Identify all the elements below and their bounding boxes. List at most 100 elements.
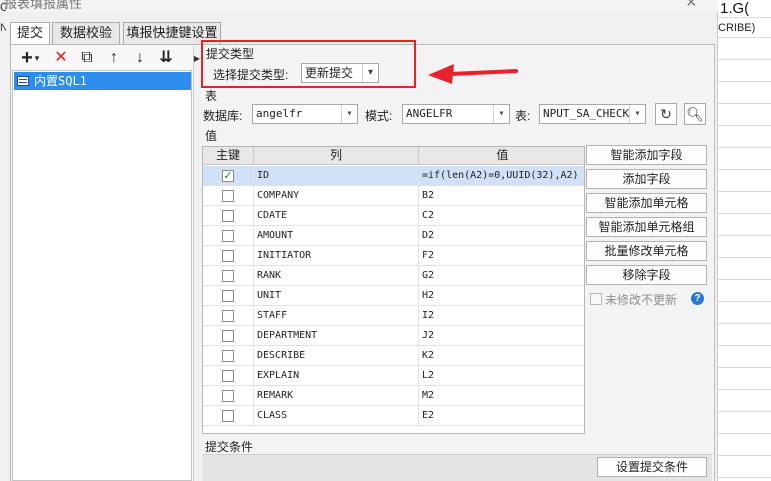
primary-key-checkbox[interactable] xyxy=(222,290,234,302)
primary-key-checkbox[interactable] xyxy=(222,310,234,322)
condition-section-label: 提交条件 xyxy=(205,440,254,454)
primary-key-checkbox[interactable] xyxy=(222,270,234,282)
list-item-label: 内置SQL1 xyxy=(34,74,87,88)
remove-field-button[interactable]: 移除字段 xyxy=(586,265,707,285)
refresh-icon[interactable]: ↻ xyxy=(655,103,677,125)
primary-key-checkbox[interactable]: ✓ xyxy=(222,170,234,182)
column-header-column[interactable]: 列 xyxy=(254,147,419,165)
table-row[interactable]: REMARK M2 xyxy=(203,386,584,406)
table-row[interactable]: EXPLAIN L2 xyxy=(203,366,584,386)
value-cell[interactable]: B2 xyxy=(419,186,584,206)
value-cell[interactable]: I2 xyxy=(419,306,584,326)
column-cell[interactable]: ID xyxy=(254,166,419,186)
delete-icon[interactable]: ✕ xyxy=(50,46,72,70)
column-cell[interactable]: INITIATOR xyxy=(254,246,419,266)
column-cell[interactable]: UNIT xyxy=(254,286,419,306)
submission-list: 内置SQL1 xyxy=(12,70,192,481)
primary-key-checkbox[interactable] xyxy=(222,330,234,342)
table-row[interactable]: STAFF I2 xyxy=(203,306,584,326)
value-cell[interactable]: H2 xyxy=(419,286,584,306)
submission-toolbar: + ▾ ✕ ⧉ ↑ ↓ ⇊ xyxy=(12,46,197,70)
window-title: 报表填报属性 xyxy=(4,0,83,11)
primary-key-checkbox[interactable] xyxy=(222,230,234,242)
chevron-down-icon[interactable]: ▾ xyxy=(629,105,645,123)
schema-select[interactable]: ANGELFR ▾ xyxy=(402,104,510,124)
table-row[interactable]: INITIATOR F2 xyxy=(203,246,584,266)
table-row[interactable]: AMOUNT D2 xyxy=(203,226,584,246)
table-row[interactable]: COMPANY B2 xyxy=(203,186,584,206)
table-value: NPUT_SA_CHECK xyxy=(543,107,630,120)
table-row[interactable]: CLASS E2 xyxy=(203,406,584,426)
column-cell[interactable]: CLASS xyxy=(254,406,419,426)
value-cell[interactable]: G2 xyxy=(419,266,584,286)
table-row[interactable]: RANK G2 xyxy=(203,266,584,286)
tab-data-validation[interactable]: 数据校验 xyxy=(52,22,120,44)
field-mapping-table: 主键 列 值 ✓ ID =if(len(A2)=0,UUID(32),A2) C… xyxy=(202,146,585,434)
primary-key-checkbox[interactable] xyxy=(222,210,234,222)
sort-icon[interactable]: ⇊ xyxy=(155,46,177,70)
value-cell[interactable]: J2 xyxy=(419,326,584,346)
smart-add-cell-group-button[interactable]: 智能添加单元格组 xyxy=(586,217,707,237)
preview-icon[interactable]: 🔍︎ xyxy=(684,103,706,125)
table-row[interactable]: CDATE C2 xyxy=(203,206,584,226)
value-cell[interactable]: =if(len(A2)=0,UUID(32),A2) xyxy=(419,166,584,186)
unmodified-no-update-checkbox[interactable] xyxy=(590,293,602,305)
move-up-icon[interactable]: ↑ xyxy=(103,46,125,70)
batch-modify-cell-button[interactable]: 批量修改单元格 xyxy=(586,241,707,261)
database-value: angelfr xyxy=(256,107,303,120)
panel-splitter[interactable] xyxy=(193,46,201,481)
annotation-highlight-box xyxy=(201,40,416,88)
value-cell[interactable]: M2 xyxy=(419,386,584,406)
smart-add-cell-button[interactable]: 智能添加单元格 xyxy=(586,193,707,213)
column-cell[interactable]: RANK xyxy=(254,266,419,286)
primary-key-checkbox[interactable] xyxy=(222,190,234,202)
primary-key-checkbox[interactable] xyxy=(222,370,234,382)
background-fragment: N xyxy=(0,22,6,34)
column-cell[interactable]: COMPANY xyxy=(254,186,419,206)
set-condition-button[interactable]: 设置提交条件 xyxy=(597,457,707,477)
column-cell[interactable]: AMOUNT xyxy=(254,226,419,246)
smart-add-field-button[interactable]: 智能添加字段 xyxy=(586,145,707,165)
tab-submit[interactable]: 提交 xyxy=(10,22,50,45)
copy-icon[interactable]: ⧉ xyxy=(76,46,98,70)
chevron-down-icon[interactable]: ▾ xyxy=(32,46,42,70)
value-cell[interactable]: C2 xyxy=(419,206,584,226)
value-cell[interactable]: K2 xyxy=(419,346,584,366)
schema-label: 模式: xyxy=(365,109,393,123)
table-row[interactable]: DESCRIBE K2 xyxy=(203,346,584,366)
chevron-down-icon[interactable]: ▾ xyxy=(493,105,509,123)
collapse-arrow-icon[interactable]: ▶ xyxy=(193,54,201,63)
table-row[interactable]: UNIT H2 xyxy=(203,286,584,306)
column-cell[interactable]: REMARK xyxy=(254,386,419,406)
list-item-builtin-sql[interactable]: 内置SQL1 xyxy=(14,72,191,90)
column-cell[interactable]: CDATE xyxy=(254,206,419,226)
value-section-label: 值 xyxy=(205,129,218,143)
add-field-button[interactable]: 添加字段 xyxy=(586,169,707,189)
move-down-icon[interactable]: ↓ xyxy=(129,46,151,70)
column-cell[interactable]: DESCRIBE xyxy=(254,346,419,366)
column-cell[interactable]: DEPARTMENT xyxy=(254,326,419,346)
value-cell[interactable]: F2 xyxy=(419,246,584,266)
unmodified-no-update-label: 未修改不更新 xyxy=(605,293,678,307)
table-row[interactable]: DEPARTMENT J2 xyxy=(203,326,584,346)
column-cell[interactable]: EXPLAIN xyxy=(254,366,419,386)
database-label: 数据库: xyxy=(203,109,243,123)
primary-key-checkbox[interactable] xyxy=(222,250,234,262)
chevron-down-icon[interactable]: ▾ xyxy=(341,105,357,123)
primary-key-checkbox[interactable] xyxy=(222,410,234,422)
help-icon[interactable]: ? xyxy=(691,292,704,305)
title-bar[interactable]: 报表填报属性 × xyxy=(0,0,718,12)
table-section-label: 表 xyxy=(205,89,218,103)
database-select[interactable]: angelfr ▾ xyxy=(252,104,358,124)
value-cell[interactable]: D2 xyxy=(419,226,584,246)
value-cell[interactable]: L2 xyxy=(419,366,584,386)
primary-key-checkbox[interactable] xyxy=(222,350,234,362)
table-select[interactable]: NPUT_SA_CHECK ▾ xyxy=(539,104,646,124)
column-header-value[interactable]: 值 xyxy=(419,147,584,165)
column-cell[interactable]: STAFF xyxy=(254,306,419,326)
close-icon[interactable]: × xyxy=(686,0,697,12)
table-row[interactable]: ✓ ID =if(len(A2)=0,UUID(32),A2) xyxy=(203,166,584,186)
column-header-key[interactable]: 主键 xyxy=(203,147,254,165)
value-cell[interactable]: E2 xyxy=(419,406,584,426)
primary-key-checkbox[interactable] xyxy=(222,390,234,402)
